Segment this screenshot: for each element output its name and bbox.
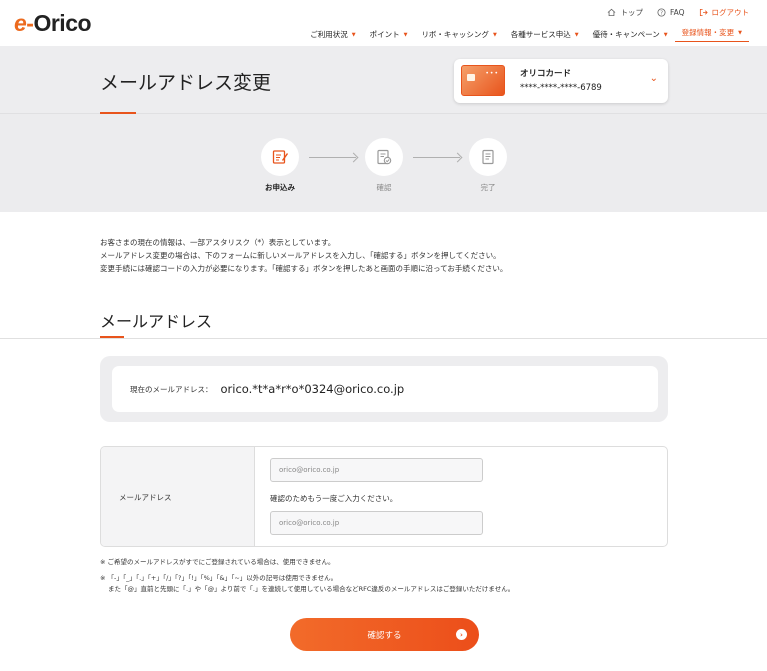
home-icon	[608, 8, 616, 17]
card-number: ****-****-****-6789	[520, 83, 602, 93]
email-input[interactable]: orico@orico.co.jp	[270, 458, 483, 482]
triangle-down-icon: ▼	[492, 31, 497, 38]
chevron-down-icon: ⌄	[649, 73, 658, 84]
question-icon: ?	[657, 8, 666, 17]
credit-card-icon: •••	[461, 65, 505, 96]
global-nav: ご利用状況 ▼ ポイント ▼ リボ・キャッシング ▼ 各種サービス申込 ▼ 優待・キャン…	[303, 27, 749, 42]
logout-link[interactable]: ログアウト	[699, 7, 749, 18]
card-dots: •••	[485, 70, 499, 77]
step-arrow	[413, 157, 460, 158]
triangle-down-icon: ▼	[403, 31, 408, 38]
nav-registration[interactable]: 登録情報・変更 ▼	[674, 27, 749, 42]
nav-usage[interactable]: ご利用状況 ▼	[303, 27, 362, 42]
email-confirm-input[interactable]: orico@orico.co.jp	[270, 511, 483, 535]
orico-logo[interactable]: e-Orico	[14, 10, 92, 37]
title-underline	[100, 112, 136, 114]
page-title: メールアドレス変更	[100, 72, 272, 94]
progress-steps: お申込み 確認 完了	[0, 138, 767, 198]
card-chip	[467, 74, 475, 81]
email-field-label: メールアドレス	[119, 493, 172, 502]
top-link[interactable]: トップ	[607, 7, 643, 18]
edit-form-icon	[272, 150, 288, 164]
nav-services[interactable]: 各種サービス申込 ▼	[504, 27, 586, 42]
nav-revolving[interactable]: リボ・キャッシング ▼	[414, 27, 503, 42]
step-confirm: 確認	[364, 138, 404, 193]
card-selector[interactable]: ••• オリコカード ****-****-****-6789 ⌄	[454, 59, 668, 103]
step-circle	[469, 138, 507, 176]
svg-text:?: ?	[660, 10, 663, 16]
step-label: お申込み	[265, 183, 295, 192]
note-symbols: ※ 「-」「_」「.」「+」「/」「?」「!」「%」「&」「~」以外の記号は使用…	[100, 574, 338, 582]
logout-icon	[699, 8, 708, 17]
step-arrow	[309, 157, 356, 158]
current-email-panel: 現在のメールアドレス： orico.*t*a*r*o*0324@orico.co…	[100, 356, 668, 422]
faq-link[interactable]: ? FAQ	[657, 7, 685, 18]
step-circle	[261, 138, 299, 176]
step-circle	[365, 138, 403, 176]
current-email-label: 現在のメールアドレス：	[130, 384, 213, 394]
step-label: 確認	[376, 183, 392, 192]
document-check-icon	[377, 149, 392, 165]
current-email-box: 現在のメールアドレス： orico.*t*a*r*o*0324@orico.co…	[112, 366, 658, 412]
intro-text: お客さまの現在の情報は、一部アスタリスク（*）表示としています。 メールアドレス…	[100, 238, 508, 273]
form-label-column: メールアドレス	[101, 447, 255, 546]
section-divider	[0, 338, 767, 339]
utility-links: トップ ? FAQ ログアウト	[607, 7, 749, 18]
step-complete: 完了	[468, 138, 508, 193]
card-name: オリコカード	[520, 69, 572, 79]
triangle-down-icon: ▼	[574, 31, 579, 38]
site-header: e-Orico トップ ? FAQ ログアウト ご利用状況 ▼ ポイント ▼ リボ・…	[0, 0, 767, 46]
step-apply: お申込み	[260, 138, 300, 193]
chevron-right-icon: ›	[456, 629, 467, 640]
note-duplicate: ※ ご希望のメールアドレスがすでにご登録されている場合は、使用できません。	[100, 558, 335, 566]
nav-campaign[interactable]: 優待・キャンペーン ▼	[586, 27, 675, 42]
confirm-instruction: 確認のためもう一度ご入力ください。	[270, 494, 398, 503]
nav-points[interactable]: ポイント ▼	[363, 27, 415, 42]
step-label: 完了	[480, 183, 496, 192]
triangle-down-icon: ▼	[738, 29, 742, 36]
confirm-button[interactable]: 確認する ›	[290, 618, 479, 651]
section-underline	[100, 336, 124, 338]
triangle-down-icon: ▼	[663, 31, 668, 38]
current-email-value: orico.*t*a*r*o*0324@orico.co.jp	[220, 382, 405, 396]
section-title: メールアドレス	[100, 312, 213, 331]
document-icon	[482, 149, 494, 165]
note-rfc: また「@」直前と先頭に「.」や「@」より前で「.」を連続して使用している場合など…	[108, 585, 515, 593]
triangle-down-icon: ▼	[351, 31, 356, 38]
